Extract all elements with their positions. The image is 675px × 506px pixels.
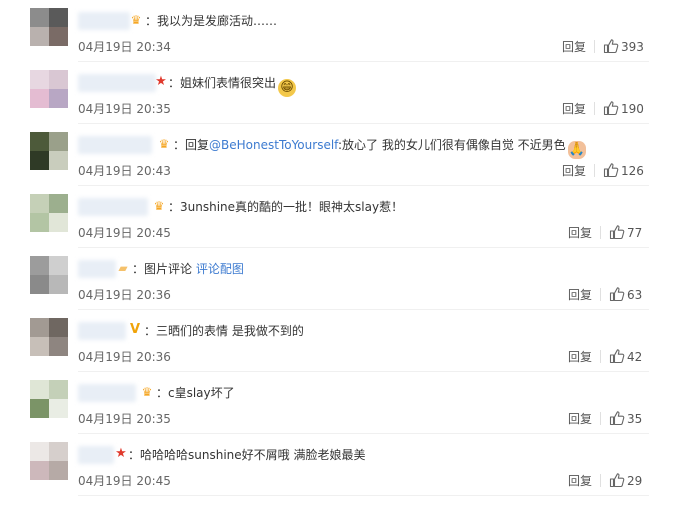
like-count: 63 bbox=[627, 288, 643, 302]
thumbs-up-icon[interactable] bbox=[603, 100, 619, 116]
username[interactable] bbox=[78, 198, 148, 216]
comment-time: 04月19日 20:34 bbox=[78, 40, 171, 54]
image-link[interactable]: 评论配图 bbox=[196, 262, 244, 276]
reply-button[interactable]: 回复 bbox=[568, 348, 592, 365]
comment-text: ：3unshine真的酷的一批！眼神太slay惹！ bbox=[168, 200, 404, 214]
comment-list: ♛ ：我以为是发廊活动…… 04月19日 20:34 回复 393 ★ ：姐妹们… bbox=[0, 0, 675, 506]
thumbs-up-icon[interactable] bbox=[609, 224, 625, 240]
divider bbox=[600, 412, 601, 425]
username[interactable] bbox=[78, 384, 136, 402]
username[interactable] bbox=[78, 322, 126, 340]
thumbs-up-icon[interactable] bbox=[603, 162, 619, 178]
comment-time: 04月19日 20:36 bbox=[78, 350, 171, 364]
comment-item: ▰ ：图片评论 评论配图 04月19日 20:36 回复 63 bbox=[0, 248, 675, 310]
reply-button[interactable]: 回复 bbox=[562, 38, 586, 55]
avatar[interactable] bbox=[30, 380, 68, 418]
comment-item: ♛ ：3unshine真的酷的一批！眼神太slay惹！ 04月19日 20:45… bbox=[0, 186, 675, 248]
like-count: 77 bbox=[627, 226, 643, 240]
like-count: 42 bbox=[627, 350, 643, 364]
comment-time: 04月19日 20:35 bbox=[78, 102, 171, 116]
comment-time: 04月19日 20:45 bbox=[78, 474, 171, 488]
comment-item: ♛ ：回复@BeHonestToYourself:放心了 我的女儿们很有偶像自觉… bbox=[0, 124, 675, 186]
comment-item: V ：三晒们的表情 是我做不到的 04月19日 20:36 回复 42 bbox=[0, 310, 675, 372]
star-icon: ★ bbox=[115, 446, 127, 461]
comment-text: ：我以为是发廊活动…… bbox=[145, 14, 278, 28]
reply-button[interactable]: 回复 bbox=[562, 162, 586, 179]
reply-button[interactable]: 回复 bbox=[562, 100, 586, 117]
thumbs-up-icon[interactable] bbox=[609, 348, 625, 364]
thumbs-up-icon[interactable] bbox=[609, 472, 625, 488]
grin-emoji-icon: 😁 bbox=[278, 79, 297, 97]
divider bbox=[600, 350, 601, 363]
reply-button[interactable]: 回复 bbox=[568, 410, 592, 427]
username[interactable] bbox=[78, 446, 114, 464]
thumbs-up-icon[interactable] bbox=[609, 286, 625, 302]
divider bbox=[594, 102, 595, 115]
divider bbox=[600, 288, 601, 301]
comment-text: ：回复@BeHonestToYourself:放心了 我的女儿们很有偶像自觉 不… bbox=[173, 138, 586, 159]
comment-item: ★ ：哈哈哈哈sunshine好不屑哦 满脸老娘最美 04月19日 20:45 … bbox=[0, 434, 675, 496]
username[interactable] bbox=[78, 260, 116, 278]
crown-icon: ♛ bbox=[141, 385, 153, 399]
vip-icon: V bbox=[129, 322, 141, 337]
username[interactable] bbox=[78, 74, 156, 92]
comment-time: 04月19日 20:35 bbox=[78, 412, 171, 426]
username[interactable] bbox=[78, 12, 130, 30]
comment-time: 04月19日 20:43 bbox=[78, 164, 171, 178]
username[interactable] bbox=[78, 136, 152, 154]
avatar[interactable] bbox=[30, 70, 68, 108]
crown-icon: ♛ bbox=[158, 137, 170, 151]
comment-text: ：c皇slay坏了 bbox=[156, 386, 235, 400]
reply-button[interactable]: 回复 bbox=[568, 224, 592, 241]
mention-link[interactable]: @BeHonestToYourself bbox=[209, 138, 338, 152]
avatar[interactable] bbox=[30, 194, 68, 232]
reply-button[interactable]: 回复 bbox=[568, 286, 592, 303]
comment-time: 04月19日 20:45 bbox=[78, 226, 171, 240]
comment-text: ：三晒们的表情 是我做不到的 bbox=[144, 324, 304, 338]
avatar[interactable] bbox=[30, 8, 68, 46]
like-count: 35 bbox=[627, 412, 643, 426]
comment-item: ♛ ：c皇slay坏了 04月19日 20:35 回复 35 bbox=[0, 372, 675, 434]
reply-button[interactable]: 回复 bbox=[568, 472, 592, 489]
like-count: 393 bbox=[621, 40, 644, 54]
avatar[interactable] bbox=[30, 442, 68, 480]
like-count: 29 bbox=[627, 474, 643, 488]
comment-time: 04月19日 20:36 bbox=[78, 288, 171, 302]
thumbs-up-icon[interactable] bbox=[603, 38, 619, 54]
avatar[interactable] bbox=[30, 132, 68, 170]
like-count: 190 bbox=[621, 102, 644, 116]
divider bbox=[600, 226, 601, 239]
comment-text: ：图片评论 评论配图 bbox=[132, 262, 244, 276]
card-icon: ▰ bbox=[118, 261, 128, 275]
crown-icon: ♛ bbox=[130, 13, 142, 27]
crown-icon: ♛ bbox=[153, 199, 165, 213]
comment-item: ★ ：姐妹们表情很突出 😁 04月19日 20:35 回复 190 bbox=[0, 62, 675, 124]
comment-text: ：哈哈哈哈sunshine好不屑哦 满脸老娘最美 bbox=[128, 448, 366, 462]
pray-emoji-icon: 🙏 bbox=[567, 141, 586, 159]
star-icon: ★ bbox=[155, 74, 167, 89]
divider bbox=[594, 164, 595, 177]
comment-item: ♛ ：我以为是发廊活动…… 04月19日 20:34 回复 393 bbox=[0, 0, 675, 62]
divider bbox=[594, 40, 595, 53]
avatar[interactable] bbox=[30, 318, 68, 356]
divider bbox=[600, 474, 601, 487]
comment-text: ：姐妹们表情很突出 😁 bbox=[168, 74, 297, 97]
thumbs-up-icon[interactable] bbox=[609, 410, 625, 426]
avatar[interactable] bbox=[30, 256, 68, 294]
like-count: 126 bbox=[621, 164, 644, 178]
